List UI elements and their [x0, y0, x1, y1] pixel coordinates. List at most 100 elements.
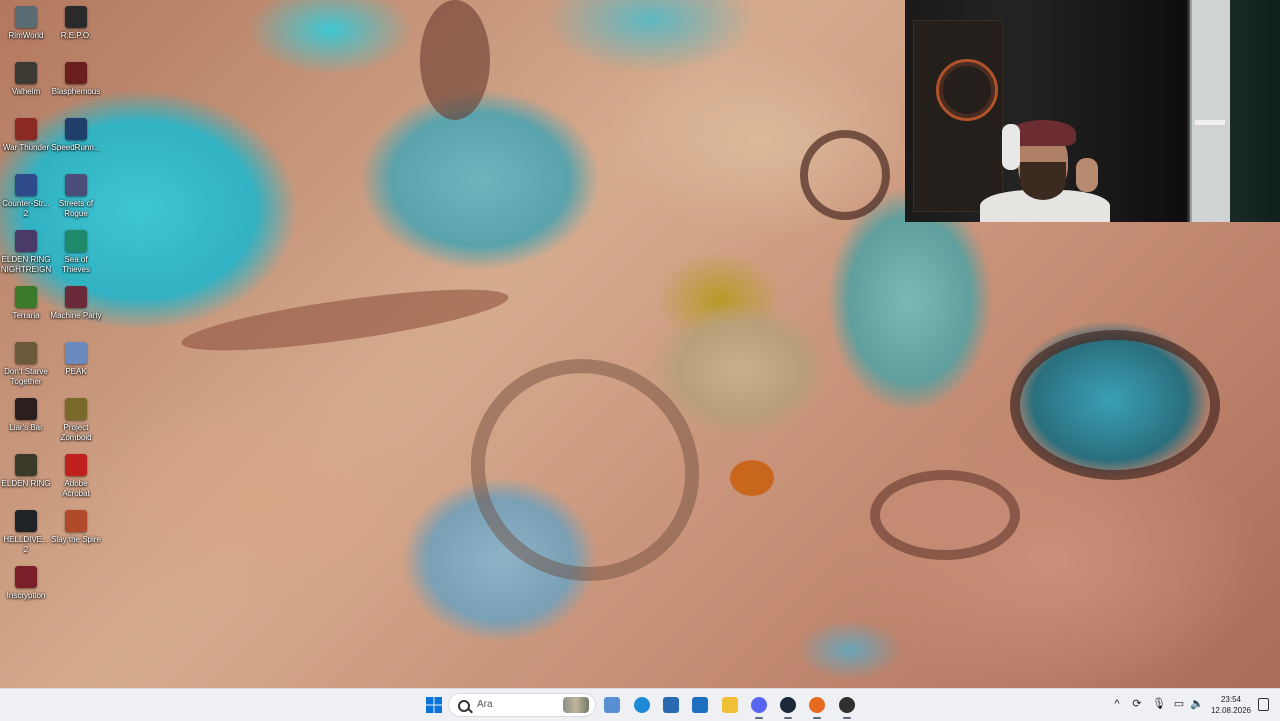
desktop-icon-label: Liar's Bar [9, 423, 43, 432]
valheim-icon [15, 62, 37, 84]
peak-icon [65, 342, 87, 364]
desktop-icon[interactable]: Inscryption [0, 562, 52, 616]
streamer [980, 120, 1120, 222]
elden-ring-icon [15, 454, 37, 476]
desktop-icon[interactable]: ELDEN RING [0, 450, 52, 504]
sea-of-thieves-icon [65, 230, 87, 252]
desktop-icon[interactable]: PEAK [50, 338, 102, 392]
edge-icon [634, 697, 650, 713]
dont-starve-together-icon [15, 342, 37, 364]
desktop-icon-grid: RimWorld R.E.P.O. Valheim Blasphemous War Th… [0, 0, 104, 688]
inscryption-icon [15, 566, 37, 588]
file-explorer-taskbar-button[interactable] [718, 693, 742, 717]
machine-party-icon [65, 286, 87, 308]
microphone-icon[interactable]: 🎙 [1152, 697, 1166, 711]
desktop-icon[interactable]: Machine Party [50, 282, 102, 336]
desktop-icon-label: R.E.P.O. [60, 31, 92, 40]
windows-start-button[interactable] [422, 693, 446, 717]
helldivers-icon [15, 510, 37, 532]
search-input[interactable]: Ara [448, 693, 596, 717]
taskbar: Ara ^ ⟳ 🎙 ▭ 🔈 23:54 12.08.2026 [0, 688, 1280, 721]
rimworld-icon [15, 6, 37, 28]
obs-icon [839, 697, 855, 713]
desktop-icon-label: Terraria [12, 311, 40, 320]
desktop-icon-label: HELLDIVE... 2 [3, 535, 49, 554]
discord-taskbar-button[interactable] [747, 693, 771, 719]
tray-overflow-chevron[interactable]: ^ [1110, 697, 1124, 711]
elden-ring-nightreign-icon [15, 230, 37, 252]
desktop-icon[interactable]: Terraria [0, 282, 52, 336]
slay-the-spire-icon [65, 510, 87, 532]
window-frame [1190, 0, 1230, 222]
liars-bar-icon [15, 398, 37, 420]
desktop-icon[interactable]: Streets of Rogue [50, 170, 102, 224]
desktop-icon-label: SpeedRunn... [51, 143, 101, 152]
desktop-icon[interactable]: War Thunder [0, 114, 52, 168]
desktop-icon[interactable]: Slay the Spire [50, 506, 102, 560]
desktop-icon-label: Counter-Str... 2 [2, 199, 50, 218]
obs-taskbar-button[interactable] [835, 693, 859, 719]
desktop-icon-label: Streets of Rogue [58, 199, 94, 218]
desktop-icon-label: Don't Starve Together [4, 367, 48, 386]
desktop-icon[interactable]: Don't Starve Together [0, 338, 52, 392]
windows-start-icon [426, 697, 442, 713]
discord-icon [751, 697, 767, 713]
network-icon[interactable]: ▭ [1172, 697, 1186, 711]
blasphemous-icon [65, 62, 87, 84]
firefox-taskbar-button[interactable] [805, 693, 829, 719]
desktop-icon[interactable]: Blasphemous [50, 58, 102, 112]
desktop-icon[interactable]: SpeedRunn... [50, 114, 102, 168]
desktop-icon[interactable]: Project Zomboid [50, 394, 102, 448]
project-zomboid-icon [65, 398, 87, 420]
speedrunners-icon [65, 118, 87, 140]
desktop-icon[interactable]: Counter-Str... 2 [0, 170, 52, 224]
desktop-icon[interactable]: ELDEN RING NIGHTREIGN [0, 226, 52, 280]
desktop-icon[interactable]: Liar's Bar [0, 394, 52, 448]
steam-taskbar-button[interactable] [776, 693, 800, 719]
search-highlight-image [563, 697, 589, 713]
streets-of-rogue-icon [65, 174, 87, 196]
desktop-icon-label: Slay the Spire [51, 535, 101, 544]
firefox-icon [809, 697, 825, 713]
desktop-icon[interactable]: Valheim [0, 58, 52, 112]
desktop-icon-label: Project Zomboid [60, 423, 92, 442]
webcam-overlay [905, 0, 1280, 222]
desktop-icon-label: War Thunder [2, 143, 50, 152]
edge-taskbar-button[interactable] [630, 693, 654, 717]
desktop-icon-label: Blasphemous [51, 87, 101, 96]
repo-icon [65, 6, 87, 28]
notification-icon[interactable] [1258, 698, 1269, 711]
desktop-icon-label: Adobe Acrobat [62, 479, 90, 498]
desktop-icon-label: ELDEN RING [1, 479, 51, 488]
desktop-icon[interactable]: Adobe Acrobat [50, 450, 102, 504]
task-view-icon [604, 697, 620, 713]
counter-strike-icon [15, 174, 37, 196]
desktop-icon[interactable]: R.E.P.O. [50, 2, 102, 56]
desktop-icon[interactable]: HELLDIVE... 2 [0, 506, 52, 560]
microsoft-store-icon [663, 697, 679, 713]
file-explorer-icon [722, 697, 738, 713]
search-placeholder: Ara [477, 699, 493, 710]
sync-icon[interactable]: ⟳ [1130, 697, 1144, 711]
desktop-icon[interactable]: RimWorld [0, 2, 52, 56]
volume-icon[interactable]: 🔈 [1190, 697, 1204, 711]
desktop-icon-label: Inscryption [6, 591, 46, 600]
clock-date: 12.08.2026 [1210, 706, 1252, 715]
task-view-taskbar-button[interactable] [600, 693, 624, 717]
desktop-icon-label: PEAK [65, 367, 87, 376]
desktop-icon-label: Sea of Thieves [61, 255, 90, 274]
clock[interactable]: 23:54 12.08.2026 [1206, 694, 1256, 716]
clock-time: 23:54 [1220, 695, 1242, 704]
outlook-taskbar-button[interactable] [688, 693, 712, 717]
desktop-icon[interactable]: Sea of Thieves [50, 226, 102, 280]
outlook-icon [692, 697, 708, 713]
terraria-icon [15, 286, 37, 308]
search-icon [458, 700, 470, 712]
desktop-icon-label: Machine Party [50, 311, 102, 320]
adobe-acrobat-icon [65, 454, 87, 476]
microsoft-store-taskbar-button[interactable] [659, 693, 683, 717]
war-thunder-icon [15, 118, 37, 140]
desktop-icon-label: RimWorld [8, 31, 44, 40]
steam-icon [780, 697, 796, 713]
desktop-icon-label: Valheim [11, 87, 41, 96]
